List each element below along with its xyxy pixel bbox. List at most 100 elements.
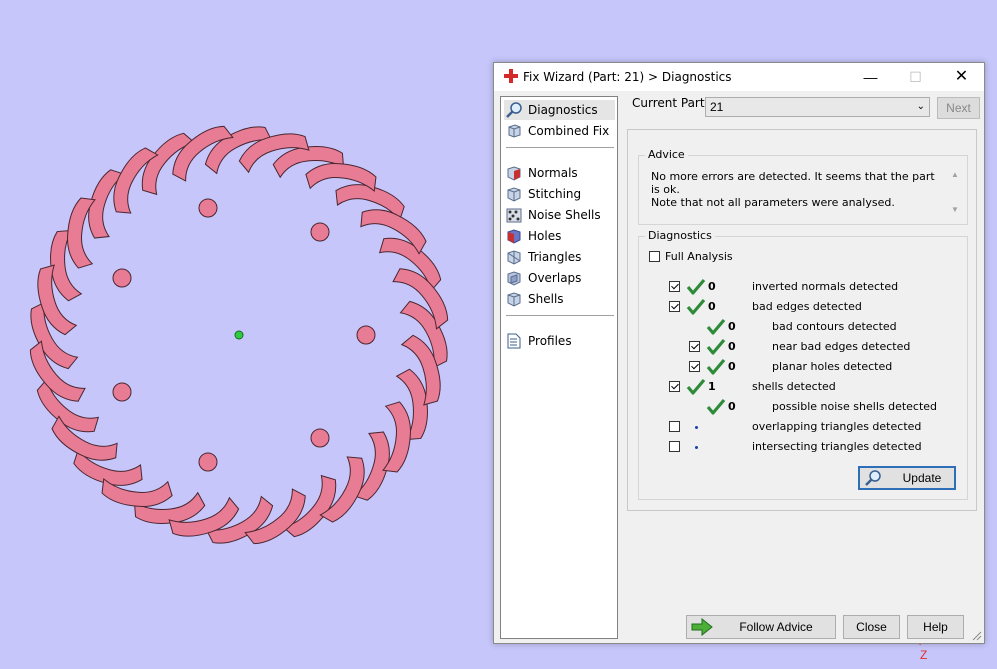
nav-item-label: Shells xyxy=(528,292,564,306)
inverted-normals-count: 0 xyxy=(708,280,716,293)
green-check-icon xyxy=(686,298,706,315)
diagnostics-group-title: Diagnostics xyxy=(645,229,715,242)
nav-item-label: Overlaps xyxy=(528,271,582,285)
rotation-center-marker xyxy=(234,330,244,340)
green-check-icon xyxy=(686,378,706,395)
minimize-button[interactable]: — xyxy=(848,63,893,91)
update-button-label: Update xyxy=(902,471,942,485)
bad-edges-checkbox[interactable] xyxy=(669,301,680,312)
nav-item-label: Combined Fix xyxy=(528,124,610,138)
advice-group: Advice No more errors are detected. It s… xyxy=(638,148,968,225)
overlaps-cube-icon xyxy=(504,269,524,287)
link-knob xyxy=(112,382,132,402)
green-arrow-icon xyxy=(691,618,713,636)
update-button[interactable]: Update xyxy=(858,466,956,490)
holes-cube-icon xyxy=(504,227,524,245)
full-analysis-checkbox[interactable] xyxy=(649,251,660,262)
nav-item-noise-shells[interactable]: Noise Shells xyxy=(504,205,615,225)
bad-contours-label: bad contours detected xyxy=(772,320,897,333)
nav-item-stitching[interactable]: Stitching xyxy=(504,184,615,204)
near-bad-edges-checkbox[interactable] xyxy=(689,341,700,352)
follow-advice-button[interactable]: Follow Advice xyxy=(686,615,836,639)
advice-text: No more errors are detected. It seems th… xyxy=(651,170,943,209)
diagnostics-page: Advice No more errors are detected. It s… xyxy=(627,129,977,511)
stitching-cube-icon xyxy=(504,185,524,203)
shells-label: shells detected xyxy=(752,380,836,393)
current-part-value: 21 xyxy=(710,100,724,114)
intersecting-triangles-label: intersecting triangles detected xyxy=(752,440,922,453)
planar-holes-count: 0 xyxy=(728,360,736,373)
overlapping-triangles-checkbox[interactable] xyxy=(669,421,680,432)
nav-item-combined-fix[interactable]: Combined Fix xyxy=(504,121,615,141)
green-check-icon xyxy=(706,318,726,335)
help-button[interactable]: Help xyxy=(907,615,964,639)
green-check-icon xyxy=(706,358,726,375)
nav-item-label: Stitching xyxy=(528,187,582,201)
intersecting-triangles-checkbox[interactable] xyxy=(669,441,680,452)
advice-line: No more errors are detected. It seems th… xyxy=(651,170,935,196)
fix-wizard-dialog: Fix Wizard (Part: 21) > Diagnostics — ☐ … xyxy=(493,62,985,644)
link-knob xyxy=(310,222,330,242)
pending-dot-icon xyxy=(695,446,698,449)
title-bar[interactable]: Fix Wizard (Part: 21) > Diagnostics — ☐ … xyxy=(494,63,984,91)
shells-count: 1 xyxy=(708,380,716,393)
green-check-icon xyxy=(706,398,726,415)
magnifier-icon xyxy=(865,470,881,486)
nav-divider xyxy=(506,315,614,316)
next-button[interactable]: Next xyxy=(937,97,980,119)
noise-shells-count: 0 xyxy=(728,400,736,413)
triangles-cube-icon xyxy=(504,248,524,266)
full-analysis-label: Full Analysis xyxy=(665,250,733,263)
noise-shells-icon xyxy=(504,206,524,224)
normals-cube-icon xyxy=(504,164,524,182)
link-knob xyxy=(356,325,376,345)
link-knob xyxy=(310,428,330,448)
cube-icon xyxy=(504,122,524,140)
maximize-button[interactable]: ☐ xyxy=(893,63,938,91)
noise-shells-label: possible noise shells detected xyxy=(772,400,938,413)
scroll-down-icon[interactable]: ▼ xyxy=(951,205,959,214)
nav-item-profiles[interactable]: Profiles xyxy=(504,331,615,351)
bad-edges-count: 0 xyxy=(708,300,716,313)
link-knob xyxy=(112,268,132,288)
nav-divider xyxy=(506,147,614,148)
current-part-dropdown[interactable]: 21 ⌄ xyxy=(705,97,930,117)
inverted-normals-checkbox[interactable] xyxy=(669,281,680,292)
red-cross-icon xyxy=(504,69,518,83)
near-bad-edges-label: near bad edges detected xyxy=(772,340,911,353)
planar-holes-label: planar holes detected xyxy=(772,360,893,373)
nav-item-holes[interactable]: Holes xyxy=(504,226,615,246)
scroll-up-icon[interactable]: ▲ xyxy=(951,170,959,179)
close-window-button[interactable]: ✕ xyxy=(939,63,984,91)
advice-group-title: Advice xyxy=(645,148,688,161)
advice-line: Note that not all parameters were analys… xyxy=(651,196,895,209)
wizard-nav-panel: Diagnostics Combined Fix Normals Stitchi… xyxy=(500,96,618,639)
nav-item-label: Diagnostics xyxy=(528,103,598,117)
shells-checkbox[interactable] xyxy=(669,381,680,392)
green-check-icon xyxy=(706,338,726,355)
resize-grip-icon[interactable] xyxy=(972,631,982,641)
nav-item-label: Noise Shells xyxy=(528,208,601,222)
near-bad-edges-count: 0 xyxy=(728,340,736,353)
nav-item-label: Triangles xyxy=(528,250,582,264)
chevron-down-icon: ⌄ xyxy=(916,101,925,112)
nav-item-triangles[interactable]: Triangles xyxy=(504,247,615,267)
inverted-normals-label: inverted normals detected xyxy=(752,280,899,293)
overlapping-triangles-label: overlapping triangles detected xyxy=(752,420,922,433)
advice-scrollbar[interactable]: ▲ ▼ xyxy=(949,168,961,216)
planar-holes-checkbox[interactable] xyxy=(689,361,700,372)
nav-item-label: Holes xyxy=(528,229,562,243)
close-button[interactable]: Close xyxy=(843,615,900,639)
nav-item-normals[interactable]: Normals xyxy=(504,163,615,183)
profiles-document-icon xyxy=(504,332,524,350)
green-check-icon xyxy=(686,278,706,295)
bad-contours-count: 0 xyxy=(728,320,736,333)
diagnostics-group: Diagnostics Full Analysis 0 inverted nor… xyxy=(638,229,968,500)
link-knob xyxy=(198,198,218,218)
bad-edges-label: bad edges detected xyxy=(752,300,862,313)
pending-dot-icon xyxy=(695,426,698,429)
nav-item-diagnostics[interactable]: Diagnostics xyxy=(504,100,615,120)
nav-item-overlaps[interactable]: Overlaps xyxy=(504,268,615,288)
nav-item-shells[interactable]: Shells xyxy=(504,289,615,309)
nav-item-label: Profiles xyxy=(528,334,572,348)
